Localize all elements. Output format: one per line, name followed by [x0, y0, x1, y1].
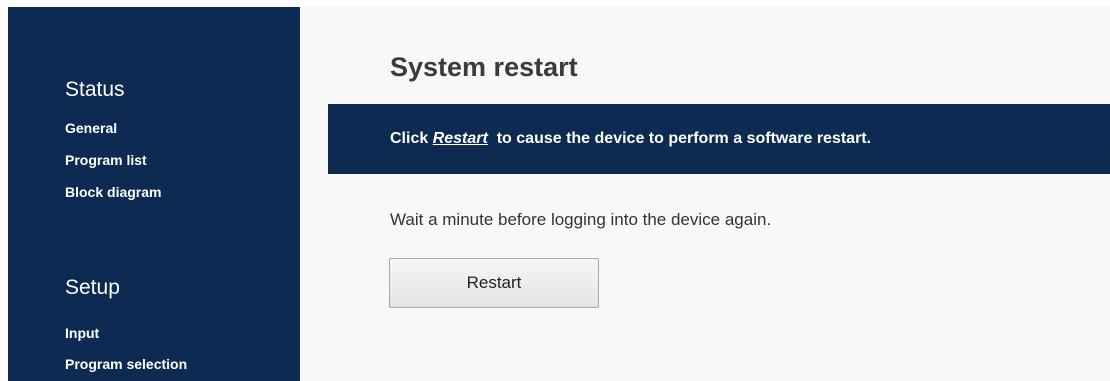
banner-suffix: to cause the device to perform a softwar… [487, 130, 872, 147]
banner-text: Click Restart to cause the device to per… [390, 130, 871, 148]
info-text: Wait a minute before logging into the de… [390, 210, 772, 229]
info-banner: Click Restart to cause the device to per… [328, 104, 1110, 174]
sidebar-heading-status: Status [65, 78, 125, 101]
sidebar-heading-setup: Setup [65, 276, 120, 299]
page: Status General Program list Block diagra… [0, 0, 1110, 381]
sidebar-item-input[interactable]: Input [65, 325, 99, 341]
sidebar: Status General Program list Block diagra… [8, 7, 300, 381]
sidebar-item-program-selection[interactable]: Program selection [65, 356, 187, 372]
sidebar-item-program-list[interactable]: Program list [65, 152, 147, 168]
restart-link[interactable]: Restart [433, 130, 488, 147]
page-title: System restart [390, 52, 578, 82]
sidebar-item-general[interactable]: General [65, 120, 117, 136]
restart-button[interactable]: Restart [389, 258, 599, 308]
sidebar-item-block-diagram[interactable]: Block diagram [65, 184, 161, 200]
banner-prefix: Click [390, 130, 433, 147]
top-strip [0, 0, 1110, 7]
main-content: System restart Click Restart to cause th… [300, 7, 1110, 381]
